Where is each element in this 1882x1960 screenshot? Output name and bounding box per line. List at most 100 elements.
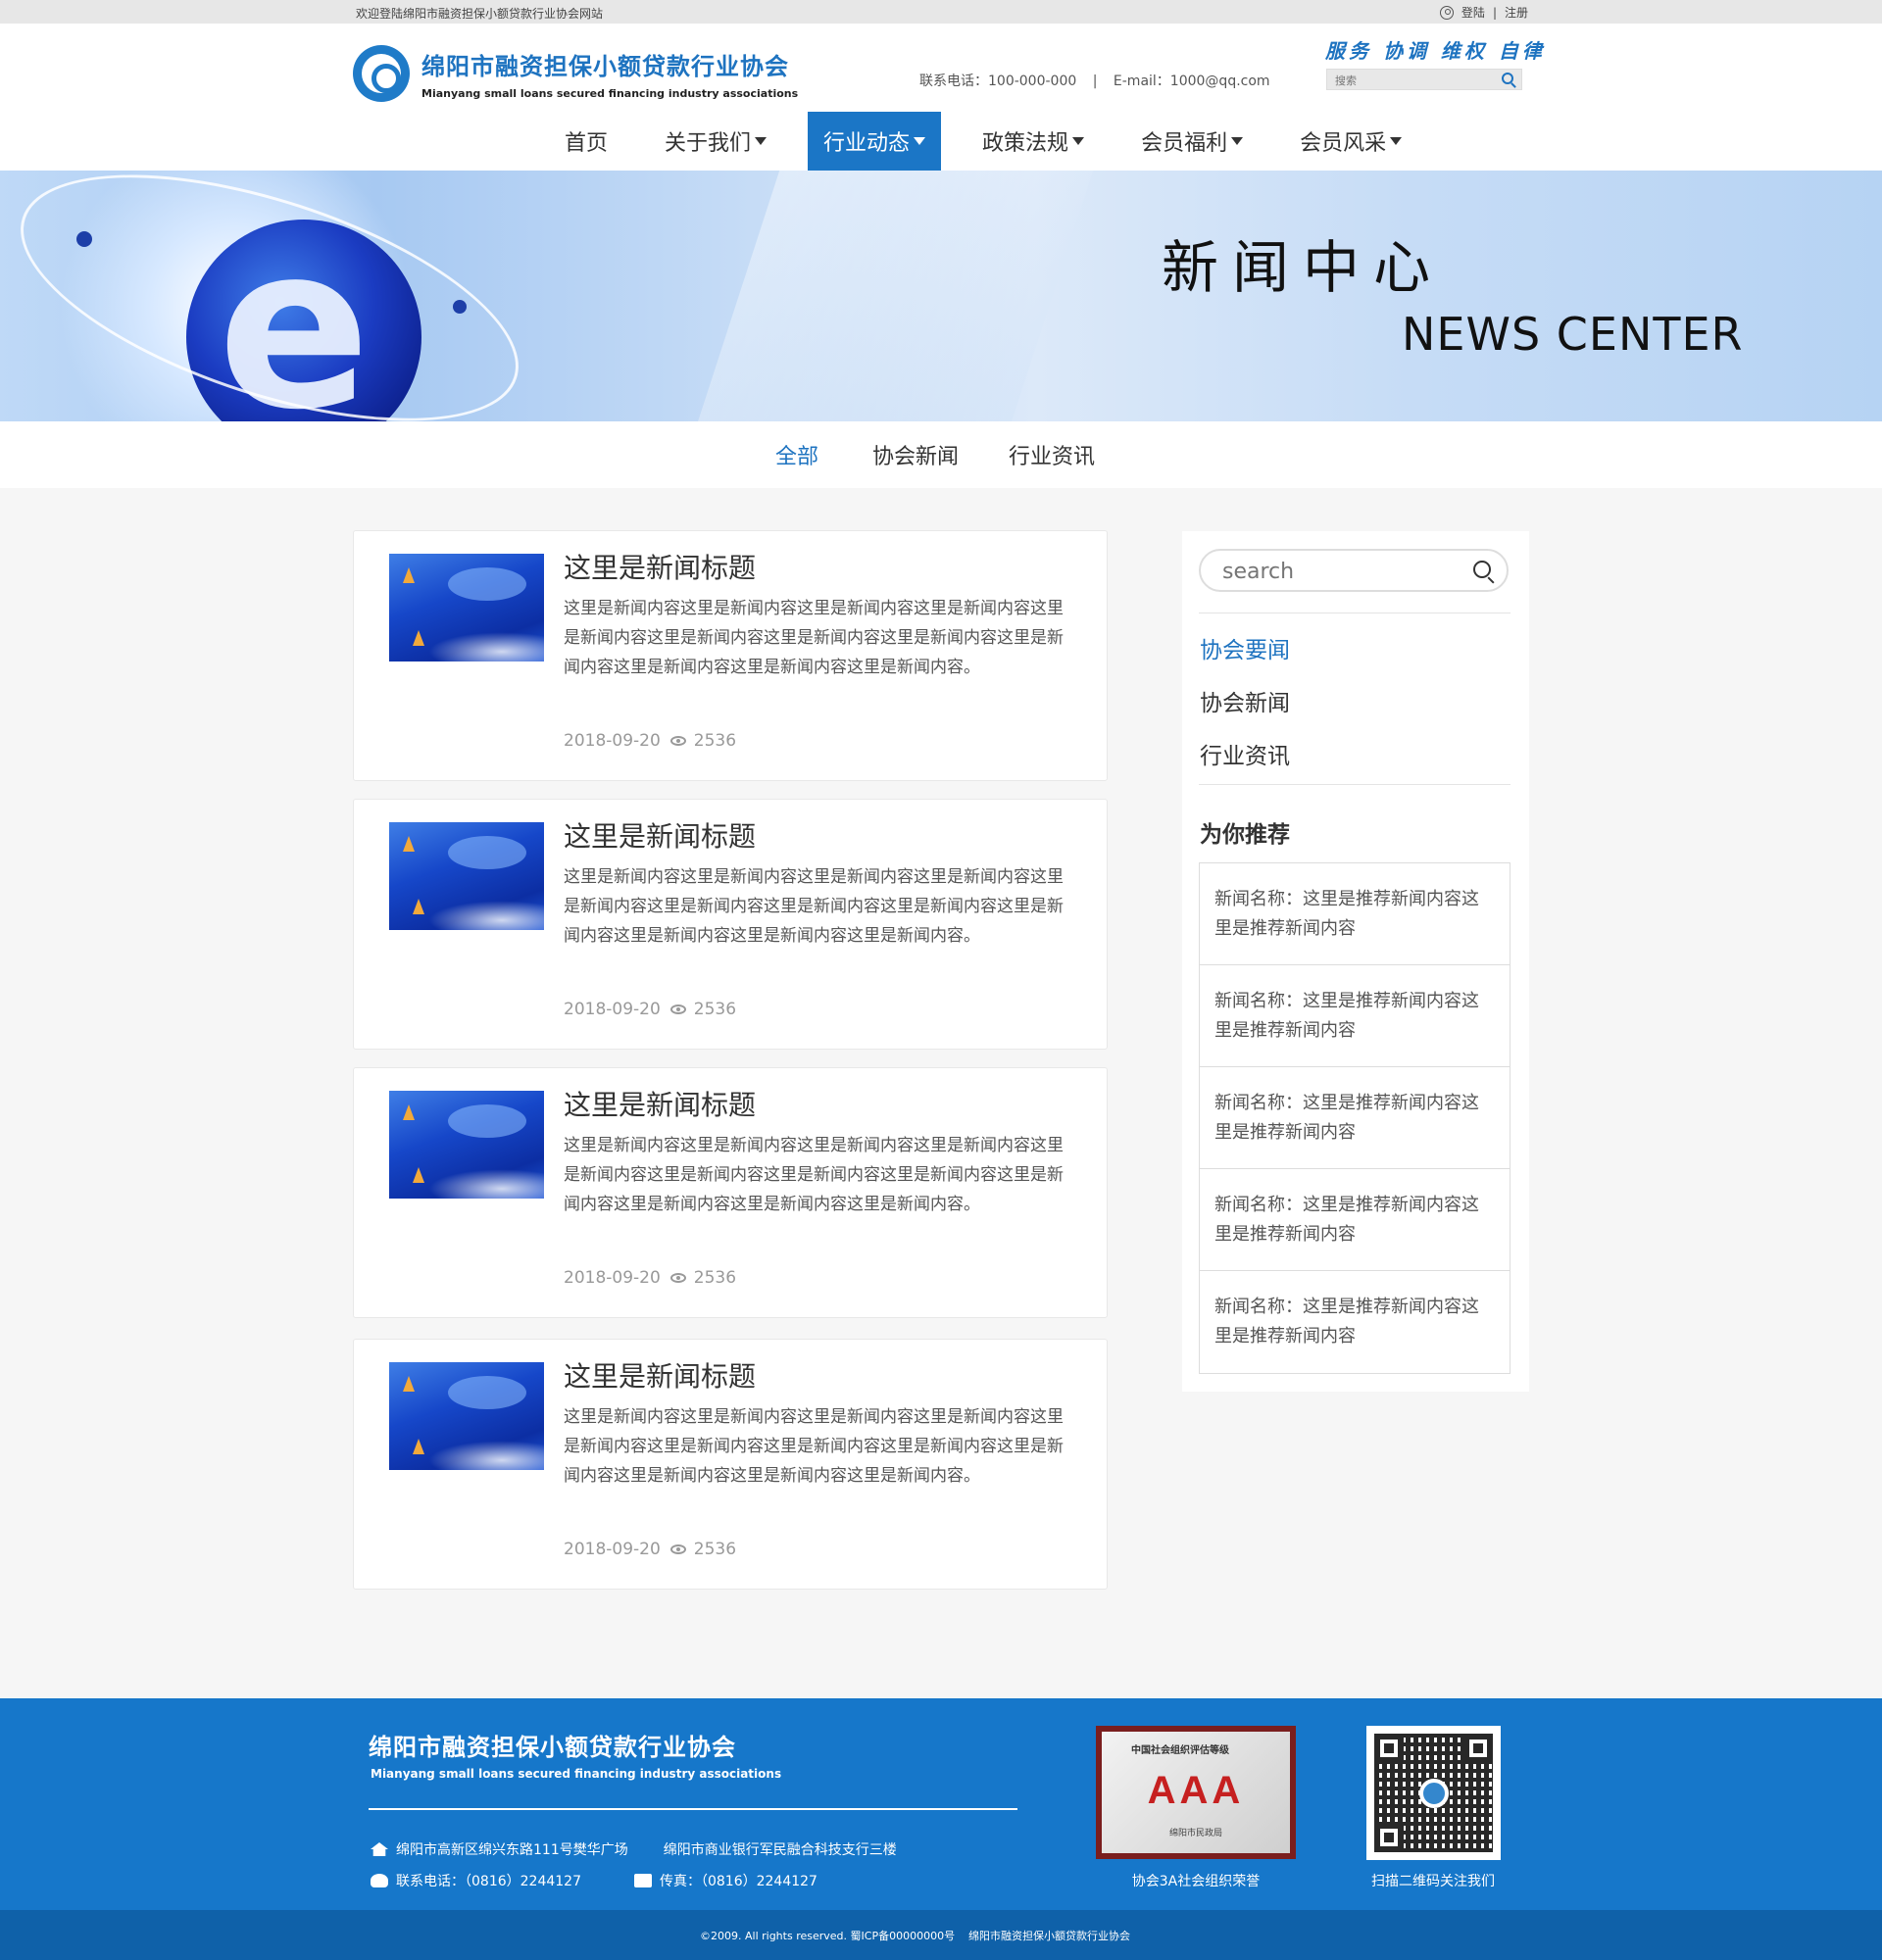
home-icon: [371, 1842, 388, 1856]
eye-icon: [669, 736, 686, 746]
logo-title-cn: 绵阳市融资担保小额贷款行业协会: [421, 53, 789, 80]
decoration: [428, 632, 544, 662]
banner: e 新闻中心 NEWS CENTER: [0, 171, 1882, 421]
news-card[interactable]: 这里是新闻标题 这里是新闻内容这里是新闻内容这里是新闻内容这里是新闻内容这里是新…: [353, 1339, 1108, 1590]
fax-icon: [633, 1874, 652, 1887]
tab-industry-info[interactable]: 行业资讯: [1009, 439, 1095, 470]
logo-icon: [353, 45, 410, 102]
footer-fax: 传真：（0816）2244127: [659, 1874, 817, 1889]
banner-title-cn: 新闻中心: [1162, 234, 1445, 301]
banner-decoration: [658, 171, 1107, 421]
news-content: 这里是新闻内容这里是新闻内容这里是新闻内容这里是新闻内容这里是新闻内容这里是新闻…: [564, 599, 1064, 677]
nav-item-home[interactable]: 首页: [549, 112, 623, 171]
news-views: 2536: [693, 1000, 737, 1019]
qr-caption: 扫描二维码关注我们: [1371, 1874, 1495, 1889]
footer-org-name-cn: 绵阳市融资担保小额贷款行业协会: [369, 1734, 736, 1761]
recommend-item[interactable]: 新闻名称：这里是推荐新闻内容这里是推荐新闻内容: [1200, 1067, 1510, 1169]
decoration: [403, 1376, 415, 1392]
award-grade: AAA: [1147, 1769, 1245, 1812]
nav-item-industry-news[interactable]: 行业动态: [808, 112, 942, 171]
plaque-face: 中国社会组织评估等级 AAA 绵阳市民政局: [1102, 1732, 1290, 1853]
news-content: 这里是新闻内容这里是新闻内容这里是新闻内容这里是新闻内容这里是新闻内容这里是新闻…: [564, 1407, 1064, 1486]
news-date: 2018-09-20: [564, 1268, 661, 1288]
sidebar-item-association-highlights[interactable]: 协会要闻: [1200, 631, 1290, 664]
eye-icon: [669, 1544, 686, 1554]
search-icon[interactable]: [1502, 73, 1513, 84]
site-logo[interactable]: 绵阳市融资担保小额贷款行业协会 Mianyang small loans sec…: [353, 45, 798, 102]
nav-item-about[interactable]: 关于我们: [649, 112, 782, 171]
news-date: 2018-09-20: [564, 731, 661, 751]
divider: [369, 1808, 1017, 1810]
recommend-heading: 为你推荐: [1200, 822, 1290, 848]
search-icon[interactable]: [1473, 561, 1491, 578]
nav-item-member-benefits[interactable]: 会员福利: [1125, 112, 1259, 171]
news-title[interactable]: 这里是新闻标题: [564, 547, 756, 586]
news-date: 2018-09-20: [564, 1540, 661, 1559]
news-title[interactable]: 这里是新闻标题: [564, 815, 756, 855]
sidebar-search: [1199, 549, 1509, 592]
news-thumbnail[interactable]: [389, 554, 544, 662]
news-card[interactable]: 这里是新闻标题 这里是新闻内容这里是新闻内容这里是新闻内容这里是新闻内容这里是新…: [353, 1067, 1108, 1318]
news-meta: 2018-09-20 2536: [564, 1268, 736, 1288]
sidebar-search-input[interactable]: [1222, 558, 1458, 585]
nav-item-member-showcase[interactable]: 会员风采: [1284, 112, 1417, 171]
news-thumbnail[interactable]: [389, 822, 544, 930]
news-views: 2536: [693, 1268, 737, 1288]
main-nav: 首页 关于我们 行业动态 政策法规 会员福利 会员风采: [549, 112, 1443, 171]
recommend-item[interactable]: 新闻名称：这里是推荐新闻内容这里是推荐新闻内容: [1200, 965, 1510, 1067]
header: 绵阳市融资担保小额贷款行业协会 Mianyang small loans sec…: [0, 24, 1882, 171]
header-email: E-mail：1000@qq.com: [1113, 74, 1270, 89]
logo-title-en: Mianyang small loans secured financing i…: [421, 87, 799, 100]
news-content: 这里是新闻内容这里是新闻内容这里是新闻内容这里是新闻内容这里是新闻内容这里是新闻…: [564, 1136, 1064, 1214]
news-title[interactable]: 这里是新闻标题: [564, 1084, 756, 1123]
footer-contact: 联系电话：（0816）2244127 传真：（0816）2244127: [371, 1871, 817, 1890]
nav-label: 会员风采: [1300, 131, 1387, 156]
category-tabs: 全部 协会新闻 行业资讯: [0, 421, 1882, 488]
world-map-shape: [448, 836, 526, 869]
qr-code[interactable]: [1366, 1726, 1501, 1860]
recommend-item[interactable]: 新闻名称：这里是推荐新闻内容这里是推荐新闻内容: [1200, 1271, 1510, 1373]
tab-association-news[interactable]: 协会新闻: [872, 439, 959, 470]
aaa-award-plaque: 中国社会组织评估等级 AAA 绵阳市民政局: [1096, 1726, 1296, 1859]
news-title[interactable]: 这里是新闻标题: [564, 1355, 756, 1395]
news-thumbnail[interactable]: [389, 1091, 544, 1199]
qr-finder: [1374, 1734, 1404, 1763]
decoration: [428, 901, 544, 930]
register-link[interactable]: 注册: [1505, 4, 1528, 21]
decoration: [403, 1104, 415, 1120]
news-meta: 2018-09-20 2536: [564, 731, 736, 751]
news-content: 这里是新闻内容这里是新闻内容这里是新闻内容这里是新闻内容这里是新闻内容这里是新闻…: [564, 867, 1064, 946]
header-contact: 联系电话：100-000-000 | E-mail：1000@qq.com: [919, 71, 1270, 90]
tab-all[interactable]: 全部: [775, 439, 818, 470]
slogan: 服务 协调 维权 自律: [1325, 39, 1546, 63]
sidebar: 协会要闻 协会新闻 行业资讯 为你推荐 新闻名称：这里是推荐新闻内容这里是推荐新…: [1182, 531, 1529, 1392]
caret-down-icon: [1231, 137, 1244, 145]
qr-pattern: [1374, 1734, 1493, 1852]
decoration: [413, 630, 424, 646]
copyright-bar: ©2009. All rights reserved. 蜀ICP备0000000…: [0, 1910, 1882, 1960]
news-card[interactable]: 这里是新闻标题 这里是新闻内容这里是新闻内容这里是新闻内容这里是新闻内容这里是新…: [353, 530, 1108, 781]
recommend-item[interactable]: 新闻名称：这里是推荐新闻内容这里是推荐新闻内容: [1200, 863, 1510, 965]
banner-title-en: NEWS CENTER: [1402, 308, 1744, 361]
news-card[interactable]: 这里是新闻标题 这里是新闻内容这里是新闻内容这里是新闻内容这里是新闻内容这里是新…: [353, 799, 1108, 1050]
sidebar-item-association-news[interactable]: 协会新闻: [1200, 684, 1290, 717]
logo-icon: [1419, 1779, 1449, 1808]
footer-org-name-en: Mianyang small loans secured financing i…: [371, 1767, 782, 1781]
news-thumbnail[interactable]: [389, 1362, 544, 1470]
login-link[interactable]: 登陆: [1461, 4, 1485, 21]
recommend-list: 新闻名称：这里是推荐新闻内容这里是推荐新闻内容 新闻名称：这里是推荐新闻内容这里…: [1199, 862, 1511, 1374]
account-links: 登陆 | 注册: [1439, 4, 1528, 21]
user-icon: [1439, 5, 1454, 20]
divider: [1199, 612, 1511, 613]
decoration: [403, 567, 415, 583]
recommend-item[interactable]: 新闻名称：这里是推荐新闻内容这里是推荐新闻内容: [1200, 1169, 1510, 1271]
news-meta: 2018-09-20 2536: [564, 1000, 736, 1019]
nav-item-policy[interactable]: 政策法规: [966, 112, 1100, 171]
world-map-shape: [448, 1376, 526, 1409]
decoration: [413, 1167, 424, 1183]
award-caption: 协会3A社会组织荣誉: [1131, 1874, 1261, 1889]
header-search-input[interactable]: [1327, 72, 1494, 91]
eye-icon: [669, 1273, 686, 1283]
banner-decoration: [453, 300, 467, 314]
sidebar-item-industry-info[interactable]: 行业资讯: [1200, 737, 1290, 770]
